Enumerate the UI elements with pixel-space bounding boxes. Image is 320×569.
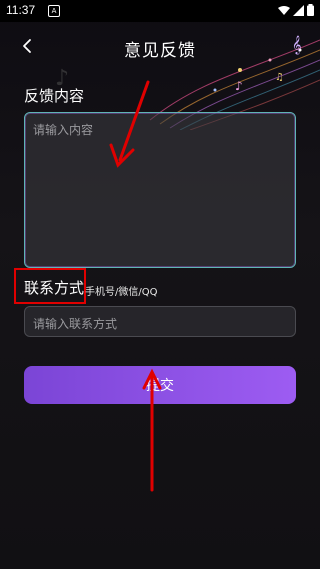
page-title: 意见反馈	[124, 41, 196, 61]
battery-icon	[307, 4, 314, 16]
signal-icon	[293, 4, 304, 16]
content-placeholder: 请输入内容	[33, 123, 94, 137]
feedback-content-textarea[interactable]: 请输入内容	[24, 112, 296, 268]
contact-hint: 手机号/微信/QQ	[85, 287, 158, 298]
wifi-icon	[278, 5, 290, 15]
contact-placeholder: 请输入联系方式	[33, 317, 118, 331]
submit-button[interactable]: 提交	[24, 366, 296, 404]
status-icons	[278, 4, 314, 16]
notification-icon: A	[48, 5, 60, 17]
content-label: 反馈内容	[24, 87, 85, 105]
header: 意见反馈	[0, 22, 320, 70]
status-bar: 11:37 A	[0, 0, 320, 22]
contact-label: 联系方式	[24, 279, 85, 297]
submit-label: 提交	[146, 378, 174, 394]
status-time: 11:37	[6, 3, 36, 17]
contact-input[interactable]: 请输入联系方式	[24, 306, 296, 337]
svg-text:♫: ♫	[275, 72, 284, 83]
music-note-icon: ♪	[235, 79, 243, 93]
